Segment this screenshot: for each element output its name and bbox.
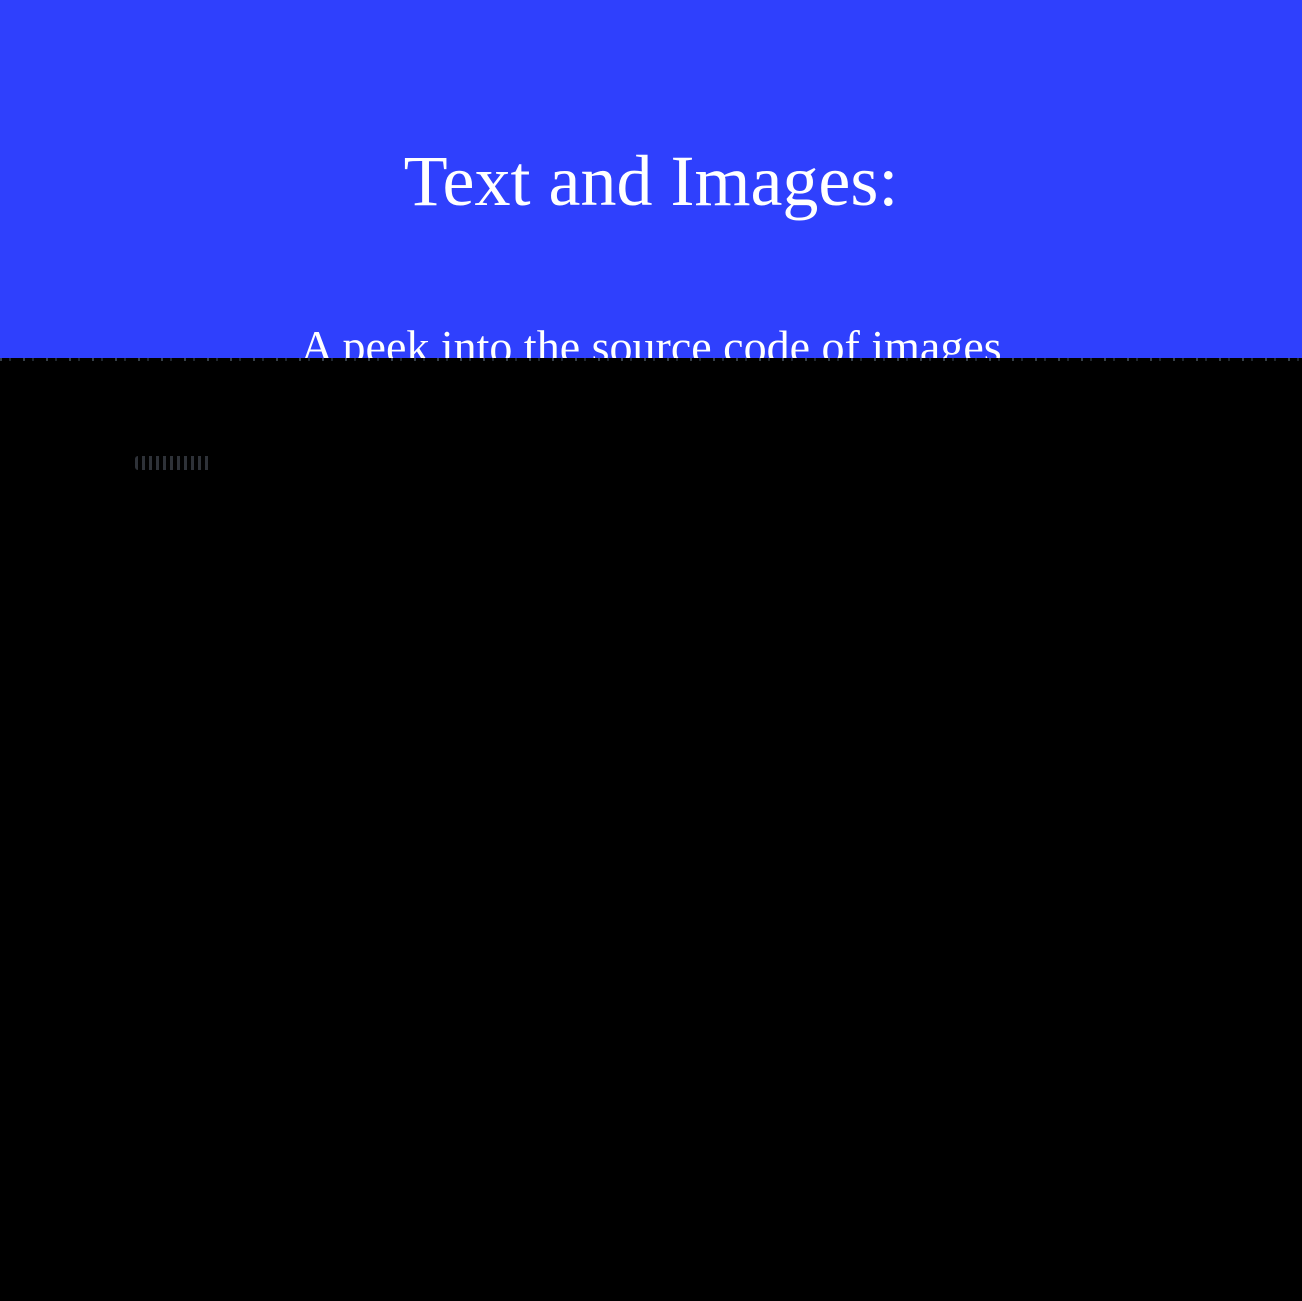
compression-artifact-glyph: [135, 456, 211, 470]
slide-subtitle: A peek into the source code of images: [300, 321, 1002, 358]
title-banner: Text and Images: A peek into the source …: [0, 0, 1302, 358]
slide-page: Text and Images: A peek into the source …: [0, 0, 1302, 1301]
slide-title: Text and Images:: [403, 141, 899, 221]
dark-image-region: [0, 358, 1302, 1301]
compression-artifact-line: [0, 358, 1302, 361]
